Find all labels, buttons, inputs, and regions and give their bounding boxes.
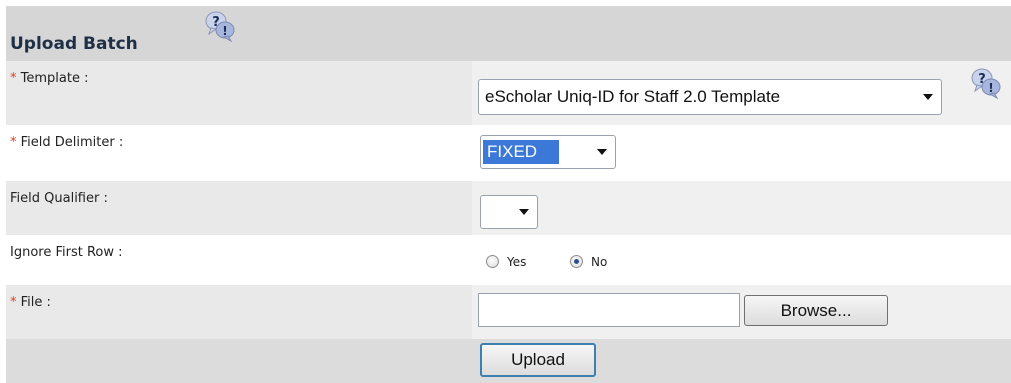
ignore-first-row-row: Ignore First Row : Yes No — [6, 235, 1011, 285]
upload-button[interactable]: Upload — [480, 343, 596, 377]
template-select-value: eScholar Uniq-ID for Staff 2.0 Template — [485, 87, 781, 106]
template-label: Template : — [20, 71, 89, 86]
radio-yes-label: Yes — [507, 255, 527, 269]
file-label: File : — [20, 295, 51, 310]
required-marker: * — [10, 71, 17, 86]
chevron-down-icon — [519, 209, 529, 215]
field-delimiter-select-value: FIXED — [483, 140, 560, 164]
radio-no[interactable] — [570, 255, 583, 268]
ignore-first-row-label: Ignore First Row : — [10, 245, 123, 260]
field-qualifier-value-cell — [472, 181, 1011, 235]
chevron-down-icon — [923, 94, 933, 100]
file-path-input[interactable] — [478, 293, 740, 327]
field-delimiter-row: * Field Delimiter : FIXED — [6, 125, 1011, 181]
upload-row: Upload — [6, 339, 1011, 383]
upload-batch-panel: Upload Batch ? ! * Template : eScholar U… — [6, 6, 1011, 383]
template-label-cell: * Template : — [6, 61, 472, 125]
field-qualifier-row: Field Qualifier : — [6, 181, 1011, 235]
upload-value-cell: Upload — [472, 339, 1011, 383]
template-value-cell: eScholar Uniq-ID for Staff 2.0 Template … — [472, 61, 1011, 125]
template-help-icon[interactable]: ? ! — [968, 65, 1002, 99]
svg-text:!: ! — [222, 24, 227, 38]
field-qualifier-label: Field Qualifier : — [10, 191, 108, 206]
browse-button[interactable]: Browse... — [744, 295, 888, 326]
field-delimiter-select[interactable]: FIXED — [480, 135, 616, 169]
required-marker: * — [10, 135, 17, 150]
field-delimiter-label: Field Delimiter : — [20, 135, 124, 150]
file-value-cell: Browse... — [472, 285, 1011, 339]
field-qualifier-label-cell: Field Qualifier : — [6, 181, 472, 235]
template-row: * Template : eScholar Uniq-ID for Staff … — [6, 61, 1011, 125]
radio-yes[interactable] — [486, 255, 499, 268]
panel-header: Upload Batch ? ! — [6, 6, 1011, 61]
panel-title: Upload Batch — [10, 34, 138, 54]
field-delimiter-label-cell: * Field Delimiter : — [6, 125, 472, 181]
chevron-down-icon — [597, 149, 607, 155]
ignore-first-row-label-cell: Ignore First Row : — [6, 235, 472, 285]
template-select[interactable]: eScholar Uniq-ID for Staff 2.0 Template — [478, 79, 942, 115]
ignore-first-row-value-cell: Yes No — [472, 235, 1011, 285]
help-icon[interactable]: ? ! — [202, 8, 236, 42]
field-delimiter-value-cell: FIXED — [472, 125, 1011, 181]
file-row: * File : Browse... — [6, 285, 1011, 339]
file-label-cell: * File : — [6, 285, 472, 339]
required-marker: * — [10, 295, 17, 310]
field-qualifier-select[interactable] — [480, 195, 538, 229]
radio-no-label: No — [591, 255, 608, 269]
svg-text:!: ! — [988, 81, 993, 95]
